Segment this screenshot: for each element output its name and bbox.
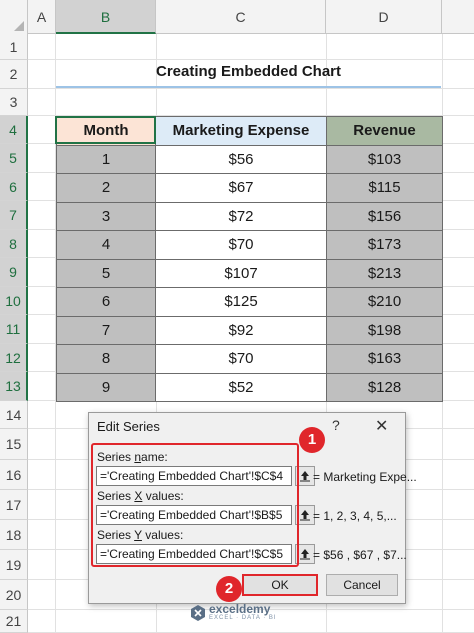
row-header-8[interactable]: 8	[0, 230, 28, 258]
cell-marketing-expense[interactable]: $56	[155, 144, 327, 174]
column-header-d[interactable]: D	[326, 0, 442, 34]
row-header-10[interactable]: 10	[0, 287, 28, 315]
cell-month[interactable]: 4	[56, 230, 156, 260]
data-table: Month Marketing Expense Revenue 1 $56 $103…	[56, 116, 443, 402]
cell-revenue[interactable]: $198	[326, 315, 443, 345]
cell-month[interactable]: 8	[56, 344, 156, 374]
series-name-preview: = Marketing Expe...	[313, 470, 417, 484]
column-header-e[interactable]	[442, 0, 474, 34]
row-header-15[interactable]: 15	[0, 429, 28, 460]
y-values-preview: = $56 , $67 , $7...	[313, 548, 407, 562]
row-header-13[interactable]: 13	[0, 372, 28, 401]
row-header-4[interactable]: 4	[0, 116, 28, 144]
x-values-input[interactable]: ='Creating Embedded Chart'!$B$5	[96, 505, 292, 525]
column-header-c[interactable]: C	[156, 0, 326, 34]
cell-revenue[interactable]: $213	[326, 258, 443, 288]
table-row: 8 $70 $163	[56, 344, 443, 374]
series-name-collapse-button[interactable]	[295, 466, 315, 486]
header-revenue[interactable]: Revenue	[326, 116, 443, 146]
row-header-12[interactable]: 12	[0, 344, 28, 372]
cell-month[interactable]: 5	[56, 258, 156, 288]
collapse-arrow-icon	[300, 471, 310, 482]
exceldemy-watermark: exceldemy EXCEL · DATA · BI	[187, 600, 317, 626]
row-header-5[interactable]: 5	[0, 144, 28, 173]
x-values-label: Series X values:	[97, 489, 184, 503]
watermark-name: exceldemy	[209, 602, 271, 616]
table-row: 7 $92 $198	[56, 315, 443, 345]
cell-month[interactable]: 6	[56, 287, 156, 317]
step-badge-2: 2	[216, 576, 242, 602]
watermark-tagline: EXCEL · DATA · BI	[209, 615, 277, 621]
table-row: 9 $52 $128	[56, 372, 443, 402]
step-badge-1: 1	[299, 427, 325, 453]
row-header-18[interactable]: 18	[0, 520, 28, 550]
row-header-14[interactable]: 14	[0, 401, 28, 429]
cell-month[interactable]: 9	[56, 372, 156, 402]
row-header-6[interactable]: 6	[0, 173, 28, 201]
cell-marketing-expense[interactable]: $52	[155, 372, 327, 402]
header-month[interactable]: Month	[56, 116, 156, 146]
row-header-21[interactable]: 21	[0, 610, 28, 633]
cell-revenue[interactable]: $128	[326, 372, 443, 402]
cell-month[interactable]: 1	[56, 144, 156, 174]
table-row: 2 $67 $115	[56, 173, 443, 203]
cell-revenue[interactable]: $115	[326, 173, 443, 203]
cell-marketing-expense[interactable]: $70	[155, 230, 327, 260]
x-values-preview: = 1, 2, 3, 4, 5,...	[313, 509, 397, 523]
row-header-17[interactable]: 17	[0, 490, 28, 520]
table-row: 3 $72 $156	[56, 201, 443, 231]
row-header-9[interactable]: 9	[0, 258, 28, 287]
collapse-arrow-icon	[300, 510, 310, 521]
cell-month[interactable]: 7	[56, 315, 156, 345]
row-header-16[interactable]: 16	[0, 460, 28, 490]
row-header-7[interactable]: 7	[0, 201, 28, 230]
column-header-b[interactable]: B	[56, 0, 156, 34]
row-header-2[interactable]: 2	[0, 60, 28, 89]
title-underline	[56, 86, 441, 88]
cell-revenue[interactable]: $103	[326, 144, 443, 174]
cell-marketing-expense[interactable]: $70	[155, 344, 327, 374]
ok-button[interactable]: OK	[242, 574, 318, 596]
row-header-3[interactable]: 3	[0, 89, 28, 116]
cell-marketing-expense[interactable]: $92	[155, 315, 327, 345]
header-marketing-expense[interactable]: Marketing Expense	[155, 116, 327, 146]
y-values-label: Series Y values:	[97, 528, 184, 542]
cell-marketing-expense[interactable]: $67	[155, 173, 327, 203]
y-values-input[interactable]: ='Creating Embedded Chart'!$C$5	[96, 544, 292, 564]
exceldemy-logo-icon	[191, 605, 205, 621]
cell-month[interactable]: 2	[56, 173, 156, 203]
row-header-19[interactable]: 19	[0, 550, 28, 580]
cell-revenue[interactable]: $173	[326, 230, 443, 260]
table-row: 4 $70 $173	[56, 230, 443, 260]
select-all-corner[interactable]	[0, 0, 28, 34]
series-name-input[interactable]: ='Creating Embedded Chart'!$C$4	[96, 466, 292, 486]
series-name-label: Series name:	[97, 450, 168, 464]
x-values-collapse-button[interactable]	[295, 505, 315, 525]
collapse-arrow-icon	[300, 549, 310, 560]
cell-revenue[interactable]: $163	[326, 344, 443, 374]
row-header-11[interactable]: 11	[0, 315, 28, 344]
cell-month[interactable]: 3	[56, 201, 156, 231]
cell-revenue[interactable]: $156	[326, 201, 443, 231]
close-icon[interactable]: ✕	[375, 416, 388, 436]
cell-marketing-expense[interactable]: $107	[155, 258, 327, 288]
table-row: 1 $56 $103	[56, 144, 443, 174]
row-header-20[interactable]: 20	[0, 580, 28, 610]
sheet-title: Creating Embedded Chart	[155, 63, 342, 80]
y-values-collapse-button[interactable]	[295, 544, 315, 564]
cell-marketing-expense[interactable]: $72	[155, 201, 327, 231]
table-row: 6 $125 $210	[56, 287, 443, 317]
cancel-button[interactable]: Cancel	[326, 574, 398, 596]
help-icon[interactable]: ?	[332, 417, 340, 433]
dialog-title: Edit Series	[97, 419, 160, 434]
cell-marketing-expense[interactable]: $125	[155, 287, 327, 317]
column-header-a[interactable]: A	[28, 0, 56, 34]
cell-revenue[interactable]: $210	[326, 287, 443, 317]
row-header-1[interactable]: 1	[0, 34, 28, 60]
table-row: 5 $107 $213	[56, 258, 443, 288]
